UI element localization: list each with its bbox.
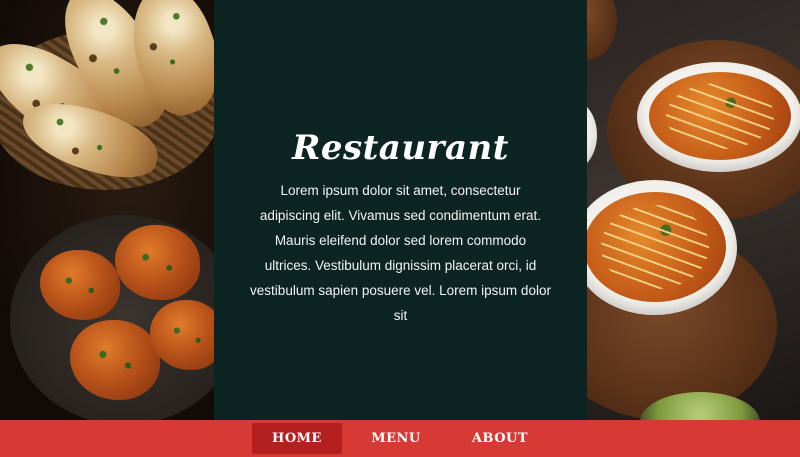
hero-section: Restaurant Lorem ipsum dolor sit amet, c… (0, 0, 800, 420)
curry-bowls-image (587, 0, 800, 420)
curry (649, 72, 791, 160)
main-navigation: HOME MENU ABOUT (0, 420, 800, 457)
nav-menu[interactable]: MENU (360, 423, 432, 454)
hero-description: Lorem ipsum dolor sit amet, consectetur … (250, 183, 551, 323)
hero-text-panel: Restaurant Lorem ipsum dolor sit amet, c… (214, 0, 587, 420)
curry (587, 192, 726, 302)
naan-and-pakora-image (0, 0, 214, 420)
nav-home[interactable]: HOME (252, 423, 342, 454)
curry-bowl (587, 100, 597, 170)
clay-pot (587, 0, 617, 60)
hero-title: Restaurant (292, 128, 509, 168)
nav-about[interactable]: ABOUT (464, 423, 536, 454)
